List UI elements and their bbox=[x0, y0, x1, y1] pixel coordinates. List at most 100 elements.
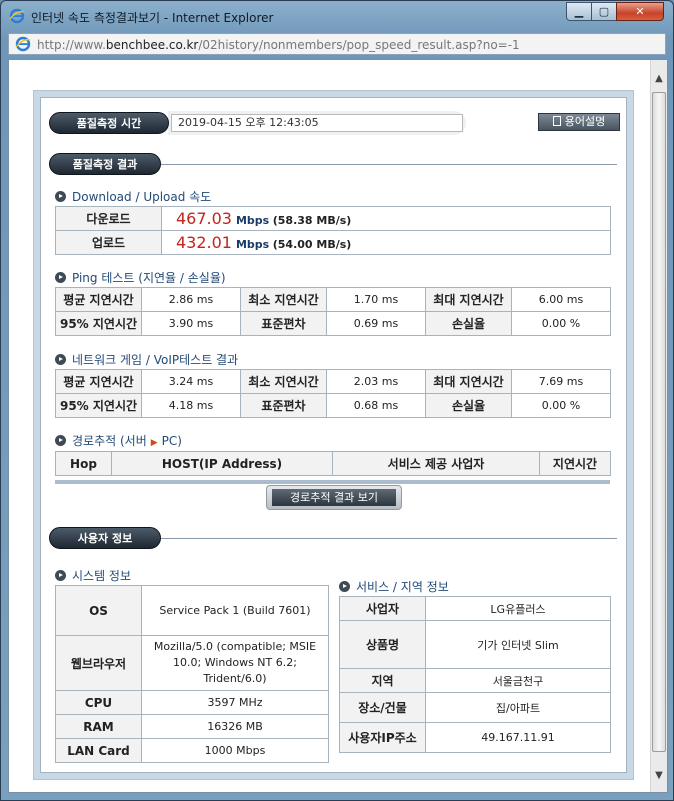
document-icon bbox=[552, 116, 561, 126]
ping-value: 0.69 ms bbox=[326, 311, 426, 336]
window-title: 인터넷 속도 측정결과보기 - Internet Explorer bbox=[31, 11, 274, 25]
measure-result-pill: 품질측정 결과 bbox=[49, 153, 161, 175]
trace-heading-text-end: PC) bbox=[161, 434, 182, 448]
bullet-icon bbox=[55, 435, 66, 446]
service-label: 사업자 bbox=[339, 596, 426, 621]
table-row: LAN Card 1000 Mbps bbox=[55, 738, 329, 763]
trace-heading: 경로추적 (서버 ▶ PC) bbox=[55, 432, 182, 449]
bullet-icon bbox=[339, 581, 350, 592]
download-label: 다운로드 bbox=[55, 206, 162, 231]
glossary-button[interactable]: 용어설명 bbox=[538, 113, 620, 131]
table-row: 95% 지연시간 3.90 ms 표준편차 0.69 ms 손실율 0.00 % bbox=[55, 311, 611, 336]
table-row: 평균 지연시간 2.86 ms 최소 지연시간 1.70 ms 최대 지연시간 … bbox=[55, 287, 611, 312]
system-value: 1000 Mbps bbox=[141, 738, 329, 763]
download-mbps: 467.03 bbox=[176, 209, 232, 228]
scrollbar-thumb[interactable] bbox=[652, 92, 666, 752]
maximize-button[interactable]: ▢ bbox=[591, 2, 617, 21]
ping-heading-text: Ping 테스트 (지연율 / 손실율) bbox=[72, 271, 226, 285]
table-row: CPU 3597 MHz bbox=[55, 690, 329, 715]
ping-label: 최소 지연시간 bbox=[240, 287, 327, 312]
system-value: Mozilla/5.0 (compatible; MSIE 10.0; Wind… bbox=[141, 635, 329, 691]
service-value: 집/아파트 bbox=[425, 692, 611, 723]
bullet-icon bbox=[55, 191, 66, 202]
ping-table: 평균 지연시간 2.86 ms 최소 지연시간 1.70 ms 최대 지연시간 … bbox=[55, 287, 611, 336]
system-value: 16326 MB bbox=[141, 714, 329, 739]
trace-col-isp: 서비스 제공 사업자 bbox=[332, 451, 540, 476]
measure-time-field: 2019-04-15 오후 12:43:05 bbox=[171, 114, 463, 132]
upload-mbps: 432.01 bbox=[176, 233, 232, 252]
ping-heading: Ping 테스트 (지연율 / 손실율) bbox=[55, 269, 226, 286]
service-label: 사용자IP주소 bbox=[339, 722, 426, 753]
upload-value: 432.01 Mbps (54.00 MB/s) bbox=[161, 230, 611, 255]
table-row: 사용자IP주소 49.167.11.91 bbox=[339, 722, 611, 753]
bullet-icon bbox=[55, 354, 66, 365]
speed-heading-text: Download / Upload 속도 bbox=[72, 190, 212, 204]
page-viewport: 2019-04-15 오후 12:43:05 품질측정 시간 용어설명 품질측정… bbox=[8, 59, 668, 793]
trace-result-button[interactable]: 경로추적 결과 보기 bbox=[266, 485, 402, 510]
table-row: RAM 16326 MB bbox=[55, 714, 329, 739]
service-value: 기가 인터넷 Slim bbox=[425, 620, 611, 669]
system-label: RAM bbox=[55, 714, 142, 739]
title-bar[interactable]: 인터넷 속도 측정결과보기 - Internet Explorer ▁ ▢ ✕ bbox=[1, 1, 673, 31]
system-label: OS bbox=[55, 585, 142, 636]
url-domain: benchbee.co.kr bbox=[105, 38, 199, 52]
game-table: 평균 지연시간 3.24 ms 최소 지연시간 2.03 ms 최대 지연시간 … bbox=[55, 369, 611, 418]
vertical-scrollbar[interactable]: ▲ ▼ bbox=[650, 60, 667, 792]
url-text[interactable]: http://www.benchbee.co.kr/02history/nonm… bbox=[37, 38, 520, 52]
download-unit: Mbps bbox=[235, 214, 270, 227]
trace-col-latency: 지연시간 bbox=[539, 451, 611, 476]
service-label: 지역 bbox=[339, 668, 426, 693]
speed-heading: Download / Upload 속도 bbox=[55, 188, 211, 205]
service-heading-text: 서비스 / 지역 정보 bbox=[356, 580, 449, 594]
table-row: 업로드 432.01 Mbps (54.00 MB/s) bbox=[55, 230, 611, 255]
game-value: 2.03 ms bbox=[326, 369, 426, 394]
upload-mbs: (54.00 MB/s) bbox=[272, 238, 352, 251]
measure-time-box: 2019-04-15 오후 12:43:05 bbox=[168, 111, 466, 135]
user-info-pill: 사용자 정보 bbox=[49, 527, 161, 549]
game-value: 0.00 % bbox=[511, 393, 611, 418]
ping-label: 평균 지연시간 bbox=[55, 287, 142, 312]
scroll-up-arrow-icon[interactable]: ▲ bbox=[651, 70, 667, 87]
bullet-icon bbox=[55, 272, 66, 283]
game-heading: 네트워크 게임 / VoIP테스트 결과 bbox=[55, 351, 238, 368]
glossary-label: 용어설명 bbox=[564, 115, 606, 128]
address-bar[interactable]: http://www.benchbee.co.kr/02history/nonm… bbox=[8, 33, 666, 55]
game-value: 0.68 ms bbox=[326, 393, 426, 418]
url-prefix: http://www. bbox=[37, 38, 106, 52]
trace-table-footer bbox=[55, 480, 610, 484]
divider bbox=[161, 538, 617, 539]
ping-label: 손실율 bbox=[425, 311, 512, 336]
table-row: 장소/건물 집/아파트 bbox=[339, 692, 611, 723]
ping-value: 6.00 ms bbox=[511, 287, 611, 312]
result-panel-inner: 2019-04-15 오후 12:43:05 품질측정 시간 용어설명 품질측정… bbox=[40, 97, 627, 773]
game-label: 최소 지연시간 bbox=[240, 369, 327, 394]
game-label: 손실율 bbox=[425, 393, 512, 418]
system-heading: 시스템 정보 bbox=[55, 567, 131, 584]
service-value: 49.167.11.91 bbox=[425, 722, 611, 753]
system-heading-text: 시스템 정보 bbox=[72, 569, 132, 583]
result-panel: 2019-04-15 오후 12:43:05 품질측정 시간 용어설명 품질측정… bbox=[33, 90, 634, 780]
game-label: 최대 지연시간 bbox=[425, 369, 512, 394]
game-value: 7.69 ms bbox=[511, 369, 611, 394]
system-label: CPU bbox=[55, 690, 142, 715]
game-label: 평균 지연시간 bbox=[55, 369, 142, 394]
internet-explorer-icon bbox=[15, 36, 31, 52]
table-row: 95% 지연시간 4.18 ms 표준편차 0.68 ms 손실율 0.00 % bbox=[55, 393, 611, 418]
system-label: LAN Card bbox=[55, 738, 142, 763]
system-label: 웹브라우저 bbox=[55, 635, 142, 691]
game-value: 3.24 ms bbox=[141, 369, 241, 394]
trace-result-label: 경로추적 결과 보기 bbox=[272, 489, 396, 506]
ping-value: 1.70 ms bbox=[326, 287, 426, 312]
minimize-button[interactable]: ▁ bbox=[566, 2, 592, 21]
service-label: 상품명 bbox=[339, 620, 426, 669]
service-table: 사업자 LG유플러스 상품명 기가 인터넷 Slim 지역 서울금천구 장소/건물 집/… bbox=[339, 596, 611, 753]
divider bbox=[161, 164, 617, 165]
scroll-down-arrow-icon[interactable]: ▼ bbox=[651, 767, 667, 784]
trace-col-hop: Hop bbox=[55, 451, 112, 476]
ping-value: 0.00 % bbox=[511, 311, 611, 336]
service-value: 서울금천구 bbox=[425, 668, 611, 693]
ping-label: 최대 지연시간 bbox=[425, 287, 512, 312]
game-label: 95% 지연시간 bbox=[55, 393, 142, 418]
close-button[interactable]: ✕ bbox=[616, 2, 664, 21]
system-value: Service Pack 1 (Build 7601) bbox=[141, 585, 329, 636]
